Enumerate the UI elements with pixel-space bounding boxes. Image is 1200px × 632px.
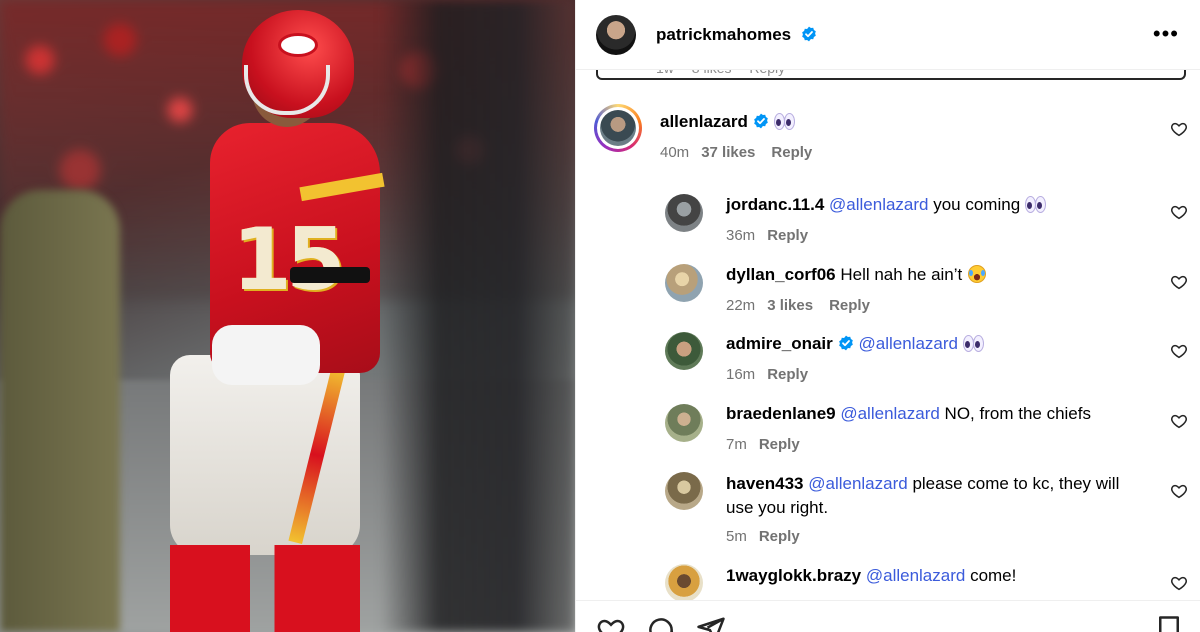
comment-mention[interactable]: @allenlazard <box>859 334 958 353</box>
comment-reply-button[interactable]: Reply <box>759 528 800 545</box>
commenter-username[interactable]: haven433 <box>726 474 804 493</box>
commenter-avatar[interactable] <box>600 110 636 146</box>
comment-mention[interactable]: @allenlazard <box>866 566 965 585</box>
post-action-bar <box>576 600 1200 632</box>
author-username-text[interactable]: patrickmahomes <box>656 25 791 44</box>
photo-player: 15 <box>160 5 400 632</box>
verified-badge-icon <box>753 113 769 129</box>
comment-text: 1wayglokk.brazy @allenlazard come! <box>726 564 1016 588</box>
commenter-avatar[interactable] <box>665 332 703 370</box>
helmet-logo <box>278 33 318 57</box>
commenter-username[interactable]: jordanc.11.4 <box>726 195 824 214</box>
comment-meta: 7m Reply <box>726 436 800 453</box>
comments-panel: patrickmahomes ••• 1w 8 likes Reply a <box>575 0 1200 632</box>
bookmark-icon[interactable] <box>1154 615 1184 632</box>
comment-time: 36m <box>726 227 756 244</box>
verified-badge-icon <box>801 26 817 42</box>
commenter-username[interactable]: admire_onair <box>726 334 833 353</box>
comment-text: braedenlane9 @allenlazard NO, from the c… <box>726 402 1091 426</box>
comment-text: haven433 @allenlazard please come to kc,… <box>726 472 1156 520</box>
comment-mention[interactable]: @allenlazard <box>840 404 939 423</box>
comment-meta: 16m Reply <box>726 366 808 383</box>
comment-body: please come to kc, they will <box>907 474 1120 493</box>
player-armband <box>290 267 370 283</box>
comment-time: 16m <box>726 366 756 383</box>
comment-meta: 22m 3 likes Reply <box>726 297 870 314</box>
author-username[interactable]: patrickmahomes <box>656 25 817 45</box>
comment-reply-button[interactable]: Reply <box>771 144 812 161</box>
post-header: patrickmahomes ••• <box>576 0 1200 70</box>
commenter-avatar[interactable] <box>665 194 703 232</box>
comment-meta: 5m Reply <box>726 528 800 545</box>
heart-icon[interactable] <box>596 615 626 632</box>
comment-meta: 36m Reply <box>726 227 808 244</box>
comment-reply-button[interactable]: Reply <box>829 297 870 314</box>
commenter-avatar[interactable] <box>665 564 703 600</box>
eyes-emoji-icon <box>962 335 984 352</box>
laughing-emoji-icon <box>968 265 987 283</box>
instagram-post-view: 15 patrickmahomes ••• 1w 8 likes <box>0 0 1200 632</box>
author-avatar[interactable] <box>596 14 636 55</box>
comment-time: 22m <box>726 297 756 314</box>
commenter-username[interactable]: braedenlane9 <box>726 404 836 423</box>
heart-icon[interactable] <box>1170 574 1188 592</box>
comment-text: allenlazard <box>660 110 795 134</box>
comment-text: jordanc.11.4 @allenlazard you coming <box>726 193 1047 217</box>
commenter-username[interactable]: 1wayglokk.brazy <box>726 566 861 585</box>
comment-icon[interactable] <box>646 615 676 632</box>
verified-badge-icon <box>838 335 854 351</box>
jersey-number: 15 <box>232 210 346 310</box>
comment-time: 7m <box>726 436 747 453</box>
comment-body: Hell nah he ain’t <box>840 265 963 284</box>
heart-icon[interactable] <box>1170 120 1188 138</box>
comment-likes[interactable]: 37 likes <box>701 144 755 161</box>
player-socks <box>170 545 360 632</box>
heart-icon[interactable] <box>1170 482 1188 500</box>
comment-body: NO, from the chiefs <box>939 404 1091 423</box>
eyes-emoji-icon <box>773 113 795 130</box>
player-gloves <box>212 325 320 385</box>
comment-reply-button[interactable]: Reply <box>767 227 808 244</box>
photo-blurred-figure <box>380 0 575 632</box>
heart-icon[interactable] <box>1170 273 1188 291</box>
post-photo[interactable]: 15 <box>0 0 575 632</box>
photo-bystander <box>0 190 120 632</box>
comment-meta: 40m 37 likes Reply <box>660 144 812 161</box>
commenter-username[interactable]: allenlazard <box>660 112 748 131</box>
commenter-avatar[interactable] <box>665 264 703 302</box>
comments-list[interactable]: allenlazard 40m 37 likes Reply jordanc.1… <box>576 80 1200 600</box>
comment-reply-button[interactable]: Reply <box>759 436 800 453</box>
heart-icon[interactable] <box>1170 412 1188 430</box>
more-options-icon[interactable]: ••• <box>1153 23 1179 45</box>
comment-likes[interactable]: 3 likes <box>767 297 813 314</box>
share-icon[interactable] <box>696 615 726 632</box>
comment-body-line2: use you right. <box>726 498 829 517</box>
eyes-emoji-icon <box>1024 196 1047 213</box>
comment-time: 40m <box>660 144 690 161</box>
commenter-avatar[interactable] <box>665 472 703 510</box>
comment-body: you coming <box>928 195 1021 214</box>
comment-mention[interactable]: @allenlazard <box>829 195 928 214</box>
comment-body: come! <box>965 566 1017 585</box>
comment-text: admire_onair @allenlazard <box>726 332 984 356</box>
heart-icon[interactable] <box>1170 203 1188 221</box>
comment-mention[interactable]: @allenlazard <box>808 474 907 493</box>
commenter-avatar[interactable] <box>665 404 703 442</box>
commenter-username[interactable]: dyllan_corf06 <box>726 265 836 284</box>
comment-time: 5m <box>726 528 747 545</box>
comment-reply-button[interactable]: Reply <box>767 366 808 383</box>
heart-icon[interactable] <box>1170 342 1188 360</box>
comment-text: dyllan_corf06 Hell nah he ain’t <box>726 263 987 287</box>
